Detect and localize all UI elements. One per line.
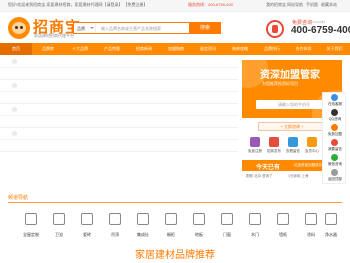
dot-icon (12, 83, 17, 88)
dot-icon (12, 131, 17, 136)
handshake-icon (331, 124, 338, 131)
phone-number: 400-6759-400 (291, 25, 350, 36)
user-icon (250, 137, 260, 147)
category-item[interactable]: 墙纸 (270, 210, 296, 240)
category-item[interactable]: 橱柜 (158, 210, 184, 240)
category-item[interactable]: 全屋定制 (18, 210, 44, 240)
sidebar-join[interactable]: 免费加盟 (323, 123, 347, 138)
top-bar: 您好!欢迎来到招商宝-家居建材招商，家居建材代理网【请登录】 【免费注册】 服务… (0, 0, 350, 12)
nav-item[interactable]: 品牌库 (32, 43, 64, 55)
promo-title: 资深加盟管家 (260, 70, 320, 81)
category-item[interactable]: 地板 (186, 210, 212, 240)
dot-icon (12, 59, 17, 64)
qq-icon (331, 109, 338, 116)
join-item: 1分钟前 上海 (288, 174, 309, 178)
section-title: 家居建材品牌推荐 (135, 250, 215, 261)
channel-nav-title: 频道导航 (8, 195, 29, 201)
sidebar-message[interactable]: 我要留言 (323, 138, 347, 153)
top-link-site-nav[interactable]: 网站导航 (287, 2, 303, 8)
cabinet-icon (165, 213, 177, 225)
tile-icon (81, 213, 93, 225)
water-filter-icon (325, 213, 337, 225)
category-item[interactable]: 瓷砖 (74, 210, 100, 240)
search-button[interactable]: 搜索 (189, 22, 221, 34)
dot-icon (12, 107, 17, 112)
nav-item[interactable]: 产品特惠 (96, 43, 128, 55)
category-panel (0, 55, 238, 163)
category-item[interactable]: 净水器 (320, 210, 342, 240)
top-link-my-account[interactable]: 我的招商宝 (266, 2, 286, 8)
divider (8, 202, 342, 203)
stove-icon (137, 213, 149, 225)
nav-item[interactable]: 招商新闻 (128, 43, 160, 55)
chevron-down-icon (90, 27, 94, 29)
search-box: 品牌 输入品牌名称或主营产品名称搜索 搜索 (73, 22, 221, 34)
category-item[interactable]: 吊顶 (102, 210, 128, 240)
logo-mascot-icon[interactable] (8, 17, 30, 39)
phone-icon (266, 20, 284, 38)
sidebar-wechat[interactable]: 微信咨询 (323, 153, 347, 168)
paint-icon (305, 213, 317, 225)
nav-item[interactable]: 展会资讯 (192, 43, 224, 55)
window-icon (221, 213, 233, 225)
welcome-text: 您好!欢迎来到招商宝-家居建材招商，家居建材代理网【请登录】 【免费注册】 (8, 2, 148, 7)
message-icon (288, 137, 298, 147)
nav-item[interactable]: 品牌排行 (256, 43, 288, 55)
phone-input[interactable]: 请输入您的手机号 (256, 100, 328, 109)
sidebar-qq[interactable]: QQ咨询 (323, 108, 347, 123)
free-call-hours: 7×24小时 (312, 20, 325, 24)
megaphone-icon (269, 137, 279, 147)
wechat-icon (331, 154, 338, 161)
logo-subtitle: 家居建材招商代理平台 (34, 33, 74, 38)
nav-item[interactable]: 合作伙伴 (288, 43, 319, 55)
arrow-up-icon (331, 169, 338, 176)
nav-item[interactable]: 十大品牌 (64, 43, 96, 55)
floating-toolbar: 在线客服 QQ咨询 免费加盟 我要留言 微信咨询 返回顶部 (322, 92, 346, 184)
banner-title: 今天已有 (256, 165, 281, 171)
promo-subtitle: 为您推荐投资好项目 (262, 81, 298, 86)
nav-item[interactable]: 关于我们 (319, 43, 350, 55)
search-input[interactable]: 输入品牌名称或主营产品名称搜索 (101, 26, 161, 32)
bath-icon (53, 213, 65, 225)
door-icon (249, 213, 261, 225)
sidebar-online-service[interactable]: 在线客服 (323, 93, 347, 108)
category-item[interactable]: 门窗 (214, 210, 240, 240)
hotline-text: 服务热线：400-6759-400 (188, 2, 233, 7)
nav-item[interactable]: 装修攻略 (224, 43, 256, 55)
wallpaper-icon (277, 213, 289, 225)
edit-icon (331, 139, 338, 146)
top-link-mobile[interactable]: 手机版 (306, 2, 318, 8)
consult-button[interactable]: + 立即咨询 + (258, 122, 326, 131)
headset-icon (331, 94, 338, 101)
category-strip: 全屋定制 卫浴 瓷砖 吊顶 集成灶 橱柜 地板 门窗 木门 墙纸 涂料 净水器 (8, 210, 342, 240)
category-item[interactable]: 集成灶 (130, 210, 156, 240)
floor-icon (193, 213, 205, 225)
join-item: 刚刚 北京 咨询了 (246, 174, 273, 178)
nav-item[interactable]: 加盟指南 (160, 43, 192, 55)
sidebar-back-to-top[interactable]: 返回顶部 (323, 168, 347, 183)
main-nav: 首页 品牌库 十大品牌 产品特惠 招商新闻 加盟指南 展会资讯 装修攻略 品牌排… (0, 43, 350, 55)
ceiling-icon (109, 213, 121, 225)
category-item[interactable]: 木门 (242, 210, 268, 240)
member-icon (307, 137, 317, 147)
top-link-bookmark[interactable]: 收藏本站 (321, 2, 337, 8)
nav-item-home[interactable]: 首页 (0, 43, 32, 55)
category-item[interactable]: 卫浴 (46, 210, 72, 240)
house-icon (25, 213, 37, 225)
